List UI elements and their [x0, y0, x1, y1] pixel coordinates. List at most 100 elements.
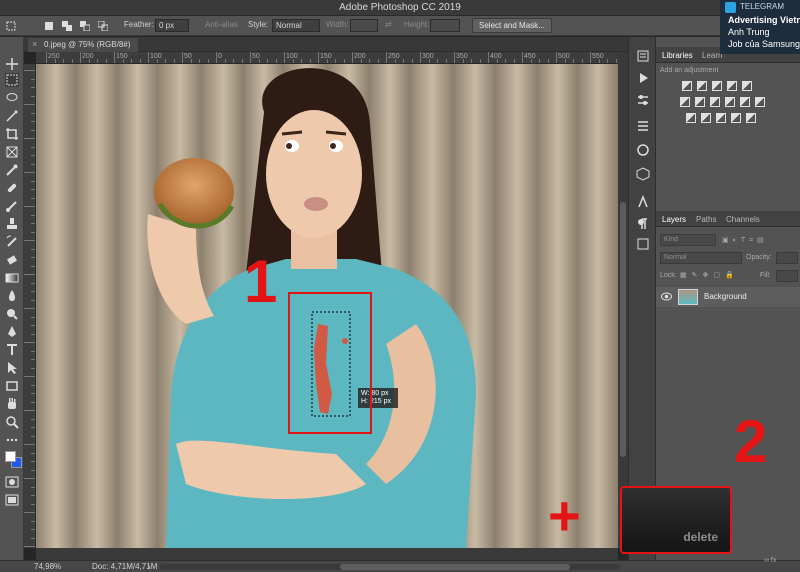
layer-kind-filter[interactable]: Kind	[660, 234, 716, 246]
subtract-selection-icon[interactable]	[80, 21, 90, 31]
black-white-icon[interactable]	[710, 97, 720, 107]
status-arrow-icon[interactable]: ›	[148, 562, 151, 571]
document-tab[interactable]: × 0.jpeg @ 75% (RGB/8#)	[28, 38, 139, 52]
select-and-mask-button[interactable]: Select and Mask...	[472, 18, 552, 33]
width-input[interactable]	[350, 19, 378, 32]
more-tools-icon[interactable]	[5, 433, 19, 447]
path-selection-tool-icon[interactable]	[5, 361, 19, 375]
properties-panel-icon[interactable]	[636, 93, 650, 107]
selective-color-icon[interactable]	[731, 113, 741, 123]
brightness-icon[interactable]	[682, 81, 692, 91]
status-scroll-thumb[interactable]	[340, 564, 570, 570]
tab-layers[interactable]: Layers	[662, 215, 686, 224]
frame-tool-icon[interactable]	[5, 145, 19, 159]
hue-saturation-icon[interactable]	[680, 97, 690, 107]
vertical-scrollbar[interactable]	[618, 52, 628, 548]
move-tool-icon[interactable]	[5, 57, 19, 71]
magic-wand-tool-icon[interactable]	[5, 109, 19, 123]
add-selection-icon[interactable]	[62, 21, 72, 31]
curves-icon[interactable]	[712, 81, 722, 91]
history-panel-icon[interactable]	[636, 49, 650, 63]
ruler-tick	[71, 59, 73, 63]
style-select[interactable]: Normal	[272, 19, 320, 32]
status-scroll-track[interactable]	[160, 564, 620, 570]
3d-panel-icon[interactable]	[636, 167, 650, 181]
character-panel-icon[interactable]	[636, 195, 650, 209]
clone-stamp-tool-icon[interactable]	[5, 217, 19, 231]
lock-icons[interactable]: ▦✎✥▢🔒	[680, 271, 739, 279]
quick-mask-icon[interactable]	[5, 475, 19, 489]
zoom-level[interactable]: 74,98%	[34, 562, 61, 571]
invert-icon[interactable]	[686, 113, 696, 123]
tab-channels[interactable]: Channels	[726, 215, 760, 224]
levels-icon[interactable]	[697, 81, 707, 91]
eraser-tool-icon[interactable]	[5, 253, 19, 267]
glyphs-panel-icon[interactable]	[636, 237, 650, 251]
telegram-notification[interactable]: TELEGRAM Advertising Vietna Anh Trung Jo…	[720, 0, 800, 54]
ruler-tick	[31, 291, 35, 292]
options-bar: Feather: 0 px Anti-alias Style: Normal W…	[0, 16, 800, 36]
ruler-tick	[24, 478, 35, 479]
ruler-tick	[31, 418, 35, 420]
tab-paths[interactable]: Paths	[696, 215, 716, 224]
adjustments-panel-icon[interactable]	[636, 119, 650, 133]
close-tab-icon[interactable]: ×	[32, 39, 37, 49]
paragraph-panel-icon[interactable]	[636, 217, 650, 231]
rect-marquee-tool-icon[interactable]	[5, 73, 19, 87]
layer-filter-icons[interactable]: ▣◐T⌗▤	[722, 236, 768, 245]
healing-brush-tool-icon[interactable]	[5, 181, 19, 195]
ruler-tick	[190, 59, 192, 63]
ruler-tick	[31, 520, 35, 522]
fill-label: Fill:	[760, 272, 771, 279]
blur-tool-icon[interactable]	[5, 289, 19, 303]
opacity-input[interactable]	[776, 252, 798, 264]
height-input[interactable]	[430, 19, 460, 32]
intersect-selection-icon[interactable]	[98, 21, 108, 31]
ruler-tick	[318, 52, 319, 63]
color-swatches-icon[interactable]	[3, 449, 22, 471]
history-brush-tool-icon[interactable]	[5, 235, 19, 249]
channel-mixer-icon[interactable]	[740, 97, 750, 107]
eye-icon[interactable]	[661, 292, 672, 301]
swatches-panel-icon[interactable]	[636, 143, 650, 157]
rectangle-tool-icon[interactable]	[5, 379, 19, 393]
color-lookup-icon[interactable]	[755, 97, 765, 107]
ruler-tick	[31, 503, 35, 505]
pen-tool-icon[interactable]	[5, 325, 19, 339]
swap-icon[interactable]: ⇄	[385, 20, 392, 29]
posterize-icon[interactable]	[701, 113, 711, 123]
color-balance-icon[interactable]	[695, 97, 705, 107]
new-selection-icon[interactable]	[44, 21, 54, 31]
blend-mode-select[interactable]: Normal	[660, 252, 742, 264]
type-tool-icon[interactable]	[5, 343, 19, 357]
marquee-tool-icon[interactable]	[6, 21, 16, 31]
ruler-tick	[31, 197, 35, 199]
hand-tool-icon[interactable]	[5, 397, 19, 411]
feather-input[interactable]: 0 px	[155, 19, 189, 32]
lasso-tool-icon[interactable]	[5, 91, 19, 105]
tab-libraries[interactable]: Libraries	[662, 51, 693, 60]
vibrance-icon[interactable]	[742, 81, 752, 91]
threshold-icon[interactable]	[716, 113, 726, 123]
ruler-tick	[24, 546, 35, 547]
vertical-scroll-thumb[interactable]	[620, 202, 626, 457]
antialias-checkbox[interactable]: Anti-alias	[205, 20, 238, 29]
gradient-tool-icon[interactable]	[5, 271, 19, 285]
crop-tool-icon[interactable]	[5, 127, 19, 141]
gradient-map-icon[interactable]	[746, 113, 756, 123]
ruler-tick	[31, 461, 35, 462]
exposure-icon[interactable]	[727, 81, 737, 91]
zoom-tool-icon[interactable]	[5, 415, 19, 429]
fill-input[interactable]	[776, 270, 798, 282]
eyedropper-tool-icon[interactable]	[5, 163, 19, 177]
photo-filter-icon[interactable]	[725, 97, 735, 107]
layer-footer-icons[interactable]: ∞ fx	[764, 557, 776, 564]
ruler-tick	[24, 70, 35, 71]
horizontal-scrollbar[interactable]	[36, 548, 618, 560]
brush-tool-icon[interactable]	[5, 199, 19, 213]
screen-mode-icon[interactable]	[5, 493, 19, 507]
layer-row-background[interactable]: Background	[656, 287, 800, 307]
ruler-tick	[31, 87, 35, 88]
actions-panel-icon[interactable]	[636, 71, 650, 85]
dodge-tool-icon[interactable]	[5, 307, 19, 321]
